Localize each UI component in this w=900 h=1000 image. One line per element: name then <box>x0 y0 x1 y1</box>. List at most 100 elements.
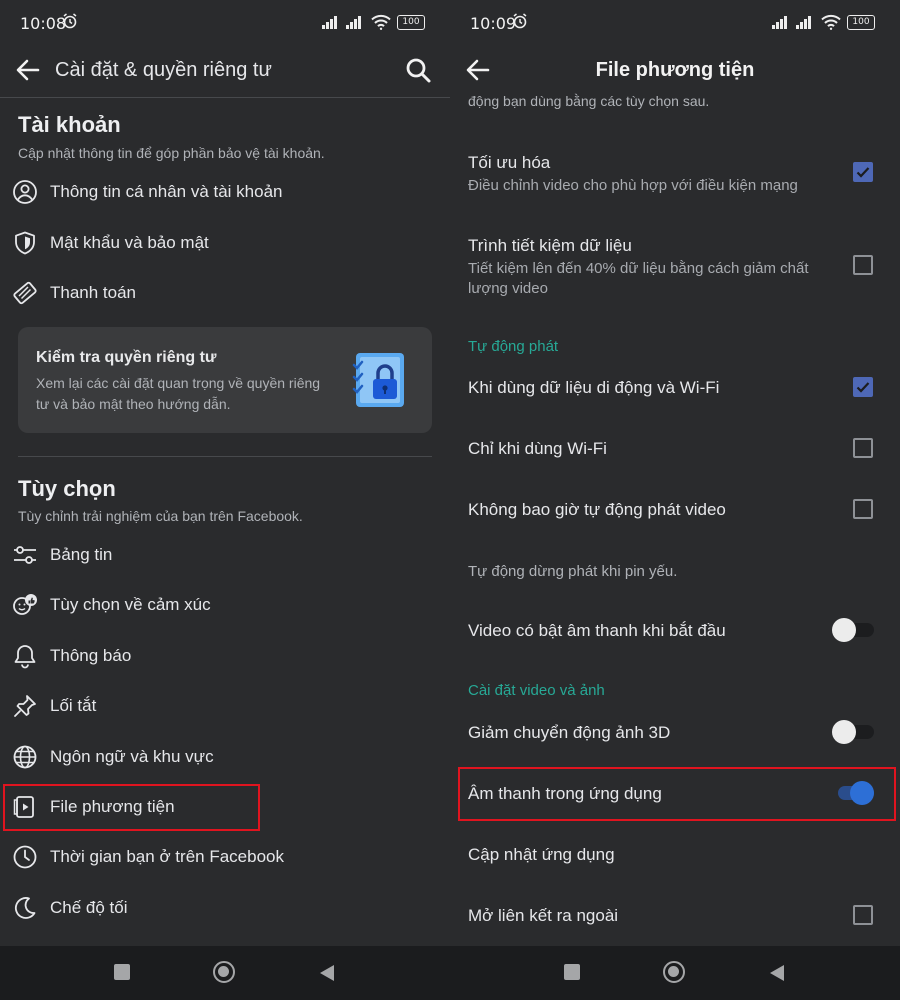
setting-label: Video có bật âm thanh khi bắt đầu <box>468 621 726 640</box>
menu-item-personal-info[interactable]: Thông tin cá nhân và tài khoản <box>0 167 450 217</box>
divider <box>0 97 450 98</box>
recents-button[interactable] <box>114 964 130 980</box>
setting-app-update[interactable]: Cập nhật ứng dụng <box>450 832 900 878</box>
alarm-icon <box>513 13 527 29</box>
settings-privacy-screen: 10:08 100 Cài đặt & quyền riêng tư Tài k… <box>0 0 450 946</box>
setting-optimize[interactable]: Tối ưu hóa Điều chỉnh video cho phù hợp … <box>450 140 900 210</box>
menu-item-dark-mode[interactable]: Chế độ tối <box>0 883 450 933</box>
toggle-knob <box>832 720 856 744</box>
battery-indicator: 100 <box>847 15 875 30</box>
toggle-knob <box>832 618 856 642</box>
setting-sound-on-start[interactable]: Video có bật âm thanh khi bắt đầu <box>450 608 900 654</box>
highlight-box-in-app-sound <box>458 767 896 821</box>
moon-icon <box>15 897 36 919</box>
menu-item-time-on-facebook[interactable]: Thời gian bạn ở trên Facebook <box>0 832 450 882</box>
media-files-screen: 10:09 100 File phương tiện động bạn dùng… <box>450 0 900 946</box>
menu-item-password-security[interactable]: Mật khẩu và bảo mật <box>0 218 450 268</box>
setting-open-links-external[interactable]: Mở liên kết ra ngoài <box>450 893 900 939</box>
optimize-checkbox[interactable] <box>853 162 873 182</box>
menu-item-label: Thời gian bạn ở trên Facebook <box>50 847 284 866</box>
account-section-title: Tài khoản <box>18 112 121 137</box>
highlight-box-media-files <box>3 784 260 831</box>
preferences-section-title: Tùy chọn <box>18 476 116 501</box>
status-bar: 10:09 100 <box>450 0 900 44</box>
status-time: 10:09 <box>470 14 517 33</box>
menu-item-reaction-preferences[interactable]: Tùy chọn về cảm xúc <box>0 580 450 630</box>
menu-item-label: Thông báo <box>50 646 132 665</box>
autoplay-wifi-only-checkbox[interactable] <box>853 438 873 458</box>
search-icon[interactable] <box>404 56 432 84</box>
checkmark-icon <box>856 167 870 178</box>
wifi-icon <box>371 14 391 30</box>
page-title: File phương tiện <box>595 59 755 81</box>
nav-back-icon[interactable] <box>768 963 786 983</box>
checkmark-icon <box>856 382 870 393</box>
status-time: 10:08 <box>20 14 67 33</box>
app-bar: Cài đặt & quyền riêng tư <box>0 44 450 96</box>
globe-icon <box>13 745 37 769</box>
home-button[interactable] <box>663 961 685 983</box>
checklist-lock-icon <box>352 353 404 407</box>
menu-item-label: Lối tắt <box>50 696 97 715</box>
signal-icon <box>322 16 337 29</box>
setting-autoplay-never[interactable]: Không bao giờ tự động phát video <box>450 487 900 533</box>
battery-indicator: 100 <box>397 15 425 30</box>
divider <box>18 456 432 457</box>
preferences-section-subtitle: Tùy chỉnh trải nghiệm của bạn trên Faceb… <box>18 508 303 524</box>
battery-autoplay-note: Tự động dừng phát khi pin yếu. <box>468 563 678 580</box>
menu-item-label: Mật khẩu và bảo mật <box>50 233 209 252</box>
setting-autoplay-mobile-wifi[interactable]: Khi dùng dữ liệu di động và Wi-Fi <box>450 365 900 411</box>
setting-description: Tiết kiệm lên đến 40% dữ liệu bằng cách … <box>468 260 809 297</box>
privacy-checkup-description: Xem lại các cài đặt quan trọng về quyền … <box>36 375 321 412</box>
menu-item-label: Ngôn ngữ và khu vực <box>50 747 214 766</box>
setting-label: Tối ưu hóa <box>468 153 551 172</box>
setting-label: Không bao giờ tự động phát video <box>468 500 726 519</box>
menu-item-notifications[interactable]: Thông báo <box>0 631 450 681</box>
wifi-icon <box>821 14 841 30</box>
setting-label: Trình tiết kiệm dữ liệu <box>468 236 632 255</box>
menu-item-label: Tùy chọn về cảm xúc <box>50 595 211 614</box>
menu-item-label: Chế độ tối <box>50 898 128 917</box>
page-title: Cài đặt & quyền riêng tư <box>55 59 272 81</box>
menu-item-language-region[interactable]: Ngôn ngữ và khu vực <box>0 732 450 782</box>
data-saver-checkbox[interactable] <box>853 255 873 275</box>
menu-item-payment[interactable]: Thanh toán <box>0 268 450 318</box>
reduce-3d-toggle[interactable] <box>832 720 874 744</box>
menu-item-label: Bảng tin <box>50 545 113 564</box>
video-photo-section-header: Cài đặt video và ảnh <box>468 682 605 699</box>
menu-item-label: Thông tin cá nhân và tài khoản <box>50 182 283 201</box>
setting-label: Giảm chuyển động ảnh 3D <box>468 723 671 742</box>
signal-icon <box>772 16 787 29</box>
status-bar: 10:08 100 <box>0 0 450 44</box>
home-button[interactable] <box>213 961 235 983</box>
setting-autoplay-wifi-only[interactable]: Chỉ khi dùng Wi-Fi <box>450 426 900 472</box>
menu-item-shortcuts[interactable]: Lối tắt <box>0 681 450 731</box>
privacy-checkup-card[interactable]: Kiểm tra quyền riêng tư Xem lại các cài … <box>18 327 432 433</box>
menu-item-news-feed[interactable]: Bảng tin <box>0 530 450 580</box>
section-description: động bạn dùng bằng các tùy chọn sau. <box>468 93 710 109</box>
autoplay-section-header: Tự động phát <box>468 338 559 355</box>
person-circle-icon <box>13 180 37 204</box>
tag-icon <box>13 281 37 305</box>
setting-label: Chỉ khi dùng Wi-Fi <box>468 439 607 458</box>
app-bar: File phương tiện <box>450 44 900 96</box>
setting-reduce-3d[interactable]: Giảm chuyển động ảnh 3D <box>450 710 900 756</box>
back-arrow-icon[interactable] <box>14 56 42 84</box>
setting-data-saver[interactable]: Trình tiết kiệm dữ liệu Tiết kiệm lên đế… <box>450 220 900 310</box>
setting-description: Điều chỉnh video cho phù hợp với điều ki… <box>468 177 798 194</box>
bell-icon <box>14 645 36 669</box>
nav-back-icon[interactable] <box>318 963 336 983</box>
system-nav-bar <box>450 946 900 1000</box>
account-section-subtitle: Cập nhật thông tin để góp phần bảo vệ tà… <box>18 145 325 161</box>
autoplay-mobile-wifi-checkbox[interactable] <box>853 377 873 397</box>
sound-on-start-toggle[interactable] <box>832 618 874 642</box>
recents-button[interactable] <box>564 964 580 980</box>
open-links-external-checkbox[interactable] <box>853 905 873 925</box>
clock-icon <box>13 845 37 869</box>
autoplay-never-checkbox[interactable] <box>853 499 873 519</box>
sliders-icon <box>14 546 36 564</box>
menu-item-label: Thanh toán <box>50 283 137 302</box>
setting-label: Cập nhật ứng dụng <box>468 845 615 864</box>
shield-icon <box>15 231 35 255</box>
system-nav-bar <box>0 946 450 1000</box>
